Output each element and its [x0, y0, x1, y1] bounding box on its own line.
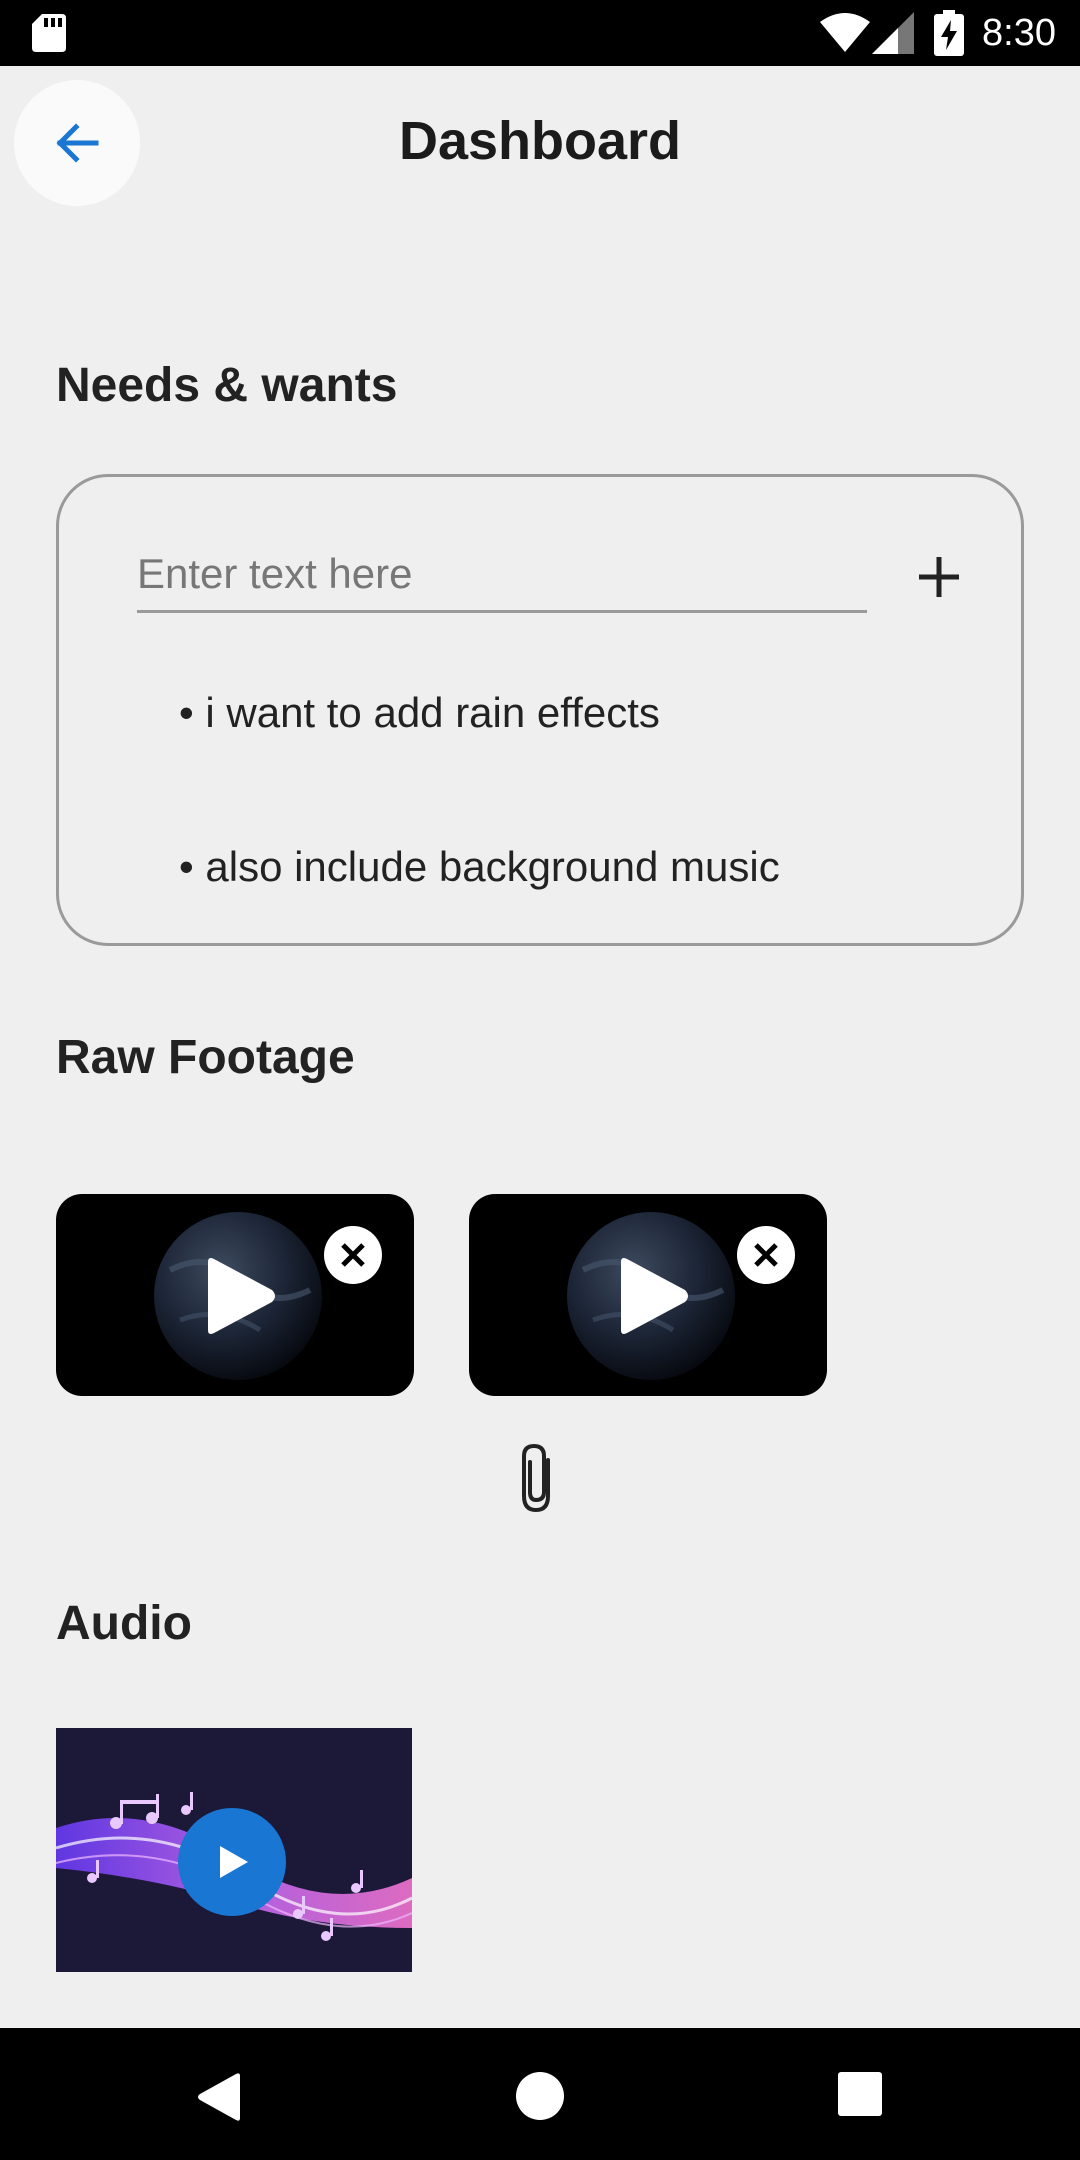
close-icon	[341, 1243, 365, 1267]
needs-card: • i want to add rain effects • also incl…	[56, 474, 1024, 946]
audio-section-title: Audio	[56, 1597, 192, 1650]
remove-video-button[interactable]	[737, 1226, 795, 1284]
audio-thumbnail[interactable]	[56, 1728, 412, 1972]
play-icon	[208, 1258, 275, 1334]
need-item: • i want to add rain effects	[179, 689, 660, 736]
wifi-icon	[820, 13, 870, 52]
need-item: • also include background music	[179, 843, 780, 890]
needs-section-title: Needs & wants	[56, 359, 398, 412]
remove-video-button[interactable]	[324, 1226, 382, 1284]
raw-footage-section-title: Raw Footage	[56, 1031, 355, 1084]
status-bar: 8:30	[0, 0, 1080, 66]
battery-charging-icon	[934, 10, 964, 56]
play-icon	[621, 1258, 688, 1334]
nav-home-icon[interactable]	[516, 2072, 564, 2120]
play-icon	[220, 1846, 248, 1878]
add-need-button[interactable]	[899, 537, 979, 617]
needs-text-input[interactable]	[137, 537, 867, 613]
audio-play-button[interactable]	[178, 1808, 286, 1916]
navigation-bar	[0, 2028, 1080, 2160]
nav-recents-icon[interactable]	[838, 2072, 882, 2116]
signal-icon	[872, 12, 914, 54]
close-icon	[754, 1243, 778, 1267]
status-time: 8:30	[982, 12, 1056, 54]
sd-card-icon	[32, 14, 66, 52]
video-thumbnail[interactable]	[469, 1194, 827, 1396]
paperclip-icon[interactable]	[516, 1440, 564, 1516]
plus-icon	[919, 557, 959, 597]
video-thumbnail[interactable]	[56, 1194, 414, 1396]
nav-back-icon[interactable]	[196, 2072, 246, 2122]
page-title: Dashboard	[398, 111, 682, 171]
screen: 8:30 Dashboard Needs & wants • i want to…	[0, 0, 1080, 2160]
